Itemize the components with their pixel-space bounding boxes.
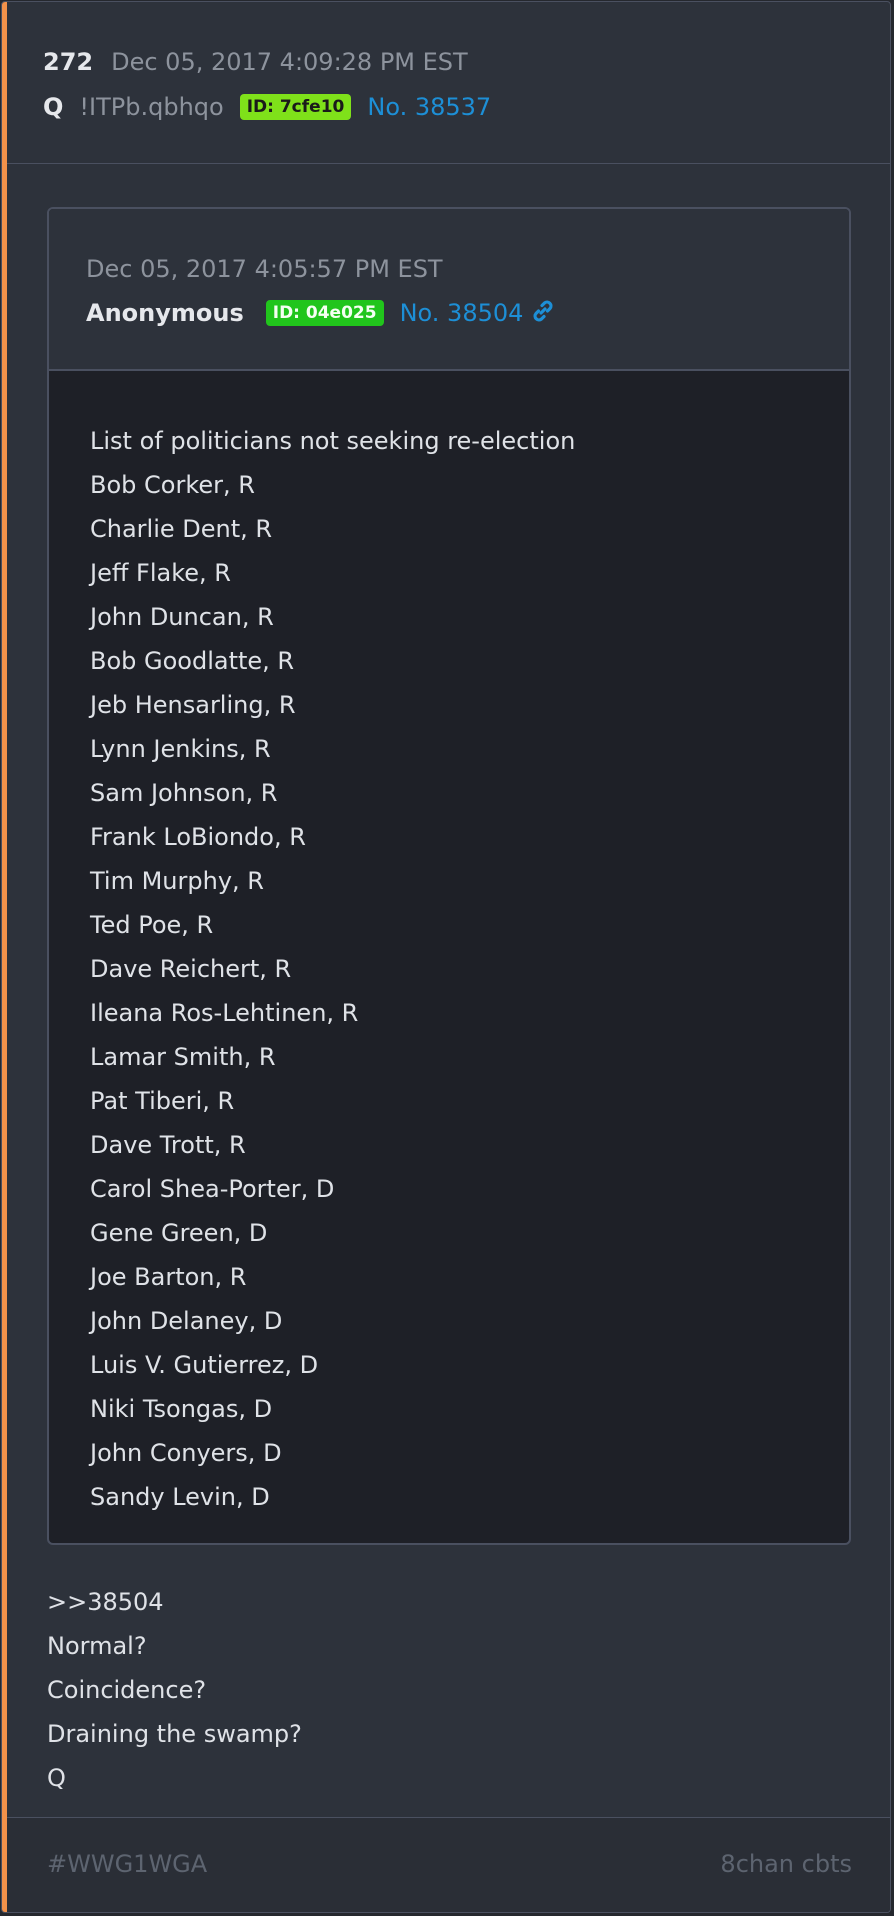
quoted-text-line: Ileana Ros-Lehtinen, R — [90, 999, 359, 1027]
quoted-id-badge: ID: 04e025 — [265, 300, 384, 326]
quoted-text-line: Dave Trott, R — [90, 1131, 246, 1159]
quoted-text-line: Frank LoBiondo, R — [90, 823, 306, 851]
reply-text-line: Normal? — [47, 1632, 147, 1660]
quoted-post: Dec 05, 2017 4:05:57 PM EST Anonymous ID… — [47, 207, 851, 1545]
post-footer: #WWG1WGA 8chan cbts — [7, 1817, 890, 1912]
quoted-text-line: Bob Corker, R — [90, 471, 255, 499]
quoted-post-date: Dec 05, 2017 4:05:57 PM EST — [86, 255, 443, 283]
quoted-text-line: Dave Reichert, R — [90, 955, 292, 983]
post-date: Dec 05, 2017 4:09:28 PM EST — [111, 48, 468, 76]
quoted-text-line: Luis V. Gutierrez, D — [90, 1351, 319, 1379]
quoted-text-line: Ted Poe, R — [90, 911, 214, 939]
post-tripcode: !ITPb.qbhqo — [79, 93, 224, 121]
reply-text-line: Q — [47, 1764, 66, 1792]
quoted-text-line: Joe Barton, R — [90, 1263, 247, 1291]
post-id-badge: ID: 7cfe10 — [239, 94, 352, 120]
quoted-author-row: Anonymous ID: 04e025 No. 38504 — [86, 299, 555, 327]
post-number-link[interactable]: No. 38537 — [367, 93, 491, 121]
quoted-text-line: Jeff Flake, R — [90, 559, 231, 587]
post-meta-row: 272 Dec 05, 2017 4:09:28 PM EST — [43, 48, 468, 76]
quoted-post-author: Anonymous — [86, 299, 244, 327]
quoted-text-line: Lamar Smith, R — [90, 1043, 276, 1071]
footer-hashtag: #WWG1WGA — [47, 1850, 208, 1878]
link-icon[interactable] — [531, 299, 555, 327]
quoted-text-line: John Conyers, D — [90, 1439, 282, 1467]
quoted-text-line: Charlie Dent, R — [90, 515, 273, 543]
quoted-text-line: Sandy Levin, D — [90, 1483, 270, 1511]
reply-text-line: Draining the swamp? — [47, 1720, 302, 1748]
quoted-text-line: List of politicians not seeking re-elect… — [90, 427, 576, 455]
quoted-text-line: Lynn Jenkins, R — [90, 735, 271, 763]
post-header: 272 Dec 05, 2017 4:09:28 PM EST Q !ITPb.… — [7, 2, 890, 164]
quoted-text-line: Bob Goodlatte, R — [90, 647, 295, 675]
quoted-text-line: Tim Murphy, R — [90, 867, 264, 895]
post-card: 272 Dec 05, 2017 4:09:28 PM EST Q !ITPb.… — [1, 1, 891, 1913]
quoted-post-number-link[interactable]: No. 38504 — [400, 299, 524, 327]
reply-text-line: >>38504 — [47, 1588, 164, 1616]
accent-bar — [2, 2, 7, 1912]
post-author-row: Q !ITPb.qbhqo ID: 7cfe10 No. 38537 — [43, 93, 491, 121]
quoted-text-line: Jeb Hensarling, R — [90, 691, 296, 719]
quoted-text-line: Pat Tiberi, R — [90, 1087, 235, 1115]
quoted-text-line: John Duncan, R — [90, 603, 274, 631]
reply-body: >>38504 Normal? Coincidence? Draining the s… — [47, 1580, 870, 1800]
quoted-post-body: List of politicians not seeking re-elect… — [90, 419, 829, 1519]
footer-source: 8chan cbts — [720, 1850, 852, 1878]
post-number: 272 — [43, 48, 94, 76]
quoted-text-line: John Delaney, D — [90, 1307, 283, 1335]
reply-text-line: Coincidence? — [47, 1676, 207, 1704]
quoted-text-line: Gene Green, D — [90, 1219, 268, 1247]
quoted-text-line: Niki Tsongas, D — [90, 1395, 273, 1423]
quoted-text-line: Sam Johnson, R — [90, 779, 278, 807]
quoted-post-header: Dec 05, 2017 4:05:57 PM EST Anonymous ID… — [49, 209, 849, 371]
quoted-text-line: Carol Shea-Porter, D — [90, 1175, 335, 1203]
post-author: Q — [43, 93, 64, 121]
